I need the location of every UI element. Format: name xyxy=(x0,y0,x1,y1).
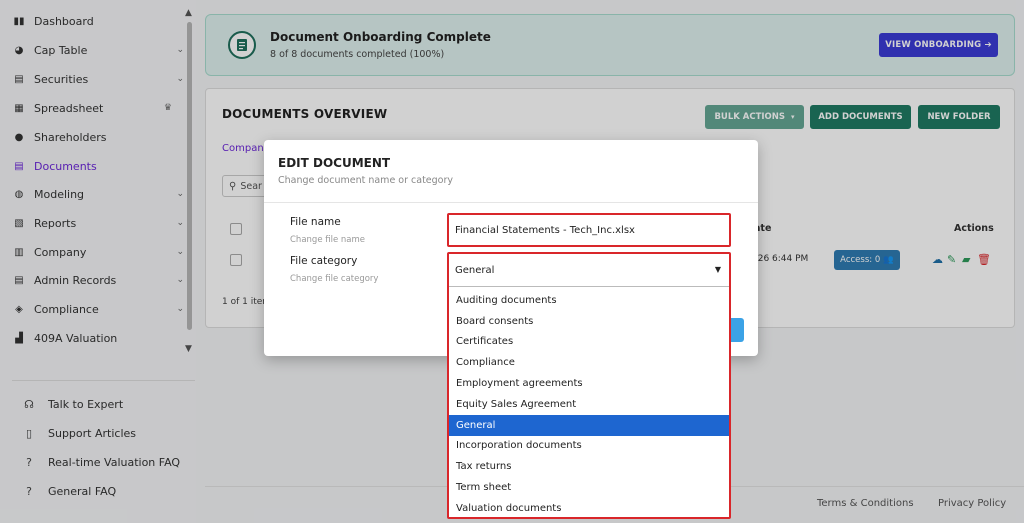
category-option[interactable]: Compliance xyxy=(449,352,729,373)
category-option[interactable]: Auditing documents xyxy=(449,290,729,311)
category-option[interactable]: Certificates xyxy=(449,332,729,353)
category-option[interactable]: Valuation documents xyxy=(449,498,729,519)
file-category-select[interactable]: General ▼ xyxy=(449,254,729,287)
category-option[interactable]: Tax returns xyxy=(449,456,729,477)
category-option[interactable]: Board consents xyxy=(449,311,729,332)
category-option[interactable]: Term sheet xyxy=(449,477,729,498)
file-category-hint: Change file category xyxy=(290,274,379,284)
caret-down-icon: ▼ xyxy=(714,265,721,274)
file-name-hint: Change file name xyxy=(290,235,365,245)
file-category-dropdown[interactable]: General ▼ Auditing documents Board consen… xyxy=(447,252,731,519)
modal-title: EDIT DOCUMENT xyxy=(278,156,391,170)
modal-subtitle: Change document name or category xyxy=(278,175,454,186)
file-category-label: File category xyxy=(290,255,358,267)
file-name-input[interactable]: Financial Statements - Tech_Inc.xlsx xyxy=(447,213,731,247)
file-name-label: File name xyxy=(290,216,341,228)
category-option[interactable]: General xyxy=(449,414,729,436)
save-button[interactable] xyxy=(730,318,744,342)
category-option[interactable]: Equity Sales Agreement xyxy=(449,394,729,415)
category-option[interactable]: Employment agreements xyxy=(449,373,729,394)
modal-divider xyxy=(264,202,758,203)
category-option[interactable]: Incorporation documents xyxy=(449,436,729,457)
selected-category: General xyxy=(455,264,495,276)
category-options: Auditing documents Board consents Certific… xyxy=(449,290,729,519)
